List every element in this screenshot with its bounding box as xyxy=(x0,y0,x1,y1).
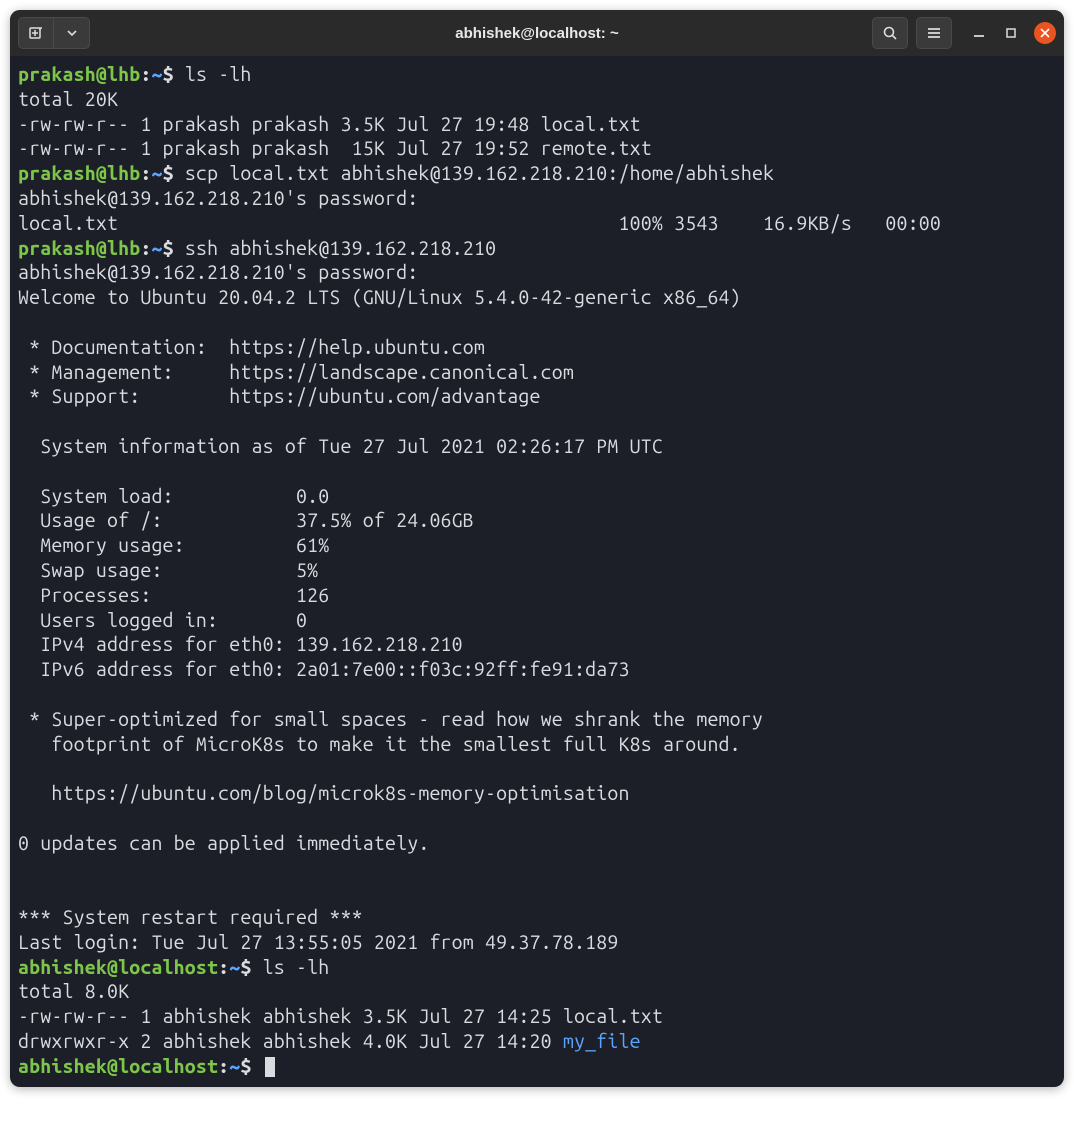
command-text: ls -lh xyxy=(263,956,330,978)
output-line: System information as of Tue 27 Jul 2021… xyxy=(18,435,663,457)
prompt-dollar: $ xyxy=(163,237,185,259)
close-button[interactable] xyxy=(1034,22,1056,44)
prompt-path: ~ xyxy=(151,162,162,184)
output-line: 0 updates can be applied immediately. xyxy=(18,832,429,854)
output-line: Processes: 126 xyxy=(18,584,329,606)
terminal-body[interactable]: prakash@lhb:~$ ls -lh total 20K -rw-rw-r… xyxy=(10,56,1064,1087)
minimize-icon xyxy=(973,27,985,39)
prompt-user: prakash@lhb xyxy=(18,237,140,259)
prompt-user: prakash@lhb xyxy=(18,162,140,184)
maximize-button[interactable] xyxy=(1002,24,1020,42)
prompt-path: ~ xyxy=(151,237,162,259)
output-line: -rw-rw-r-- 1 abhishek abhishek 3.5K Jul … xyxy=(18,1005,663,1027)
output-line: *** System restart required *** xyxy=(18,906,363,928)
output-line: local.txt 100% 3543 16.9KB/s 00:00 xyxy=(18,212,985,234)
output-line: abhishek@139.162.218.210's password: xyxy=(18,187,429,209)
prompt-dollar: $ xyxy=(163,63,185,85)
output-line: Users logged in: 0 xyxy=(18,609,307,631)
menu-button[interactable] xyxy=(916,17,952,49)
search-button[interactable] xyxy=(872,17,908,49)
output-line: abhishek@139.162.218.210's password: xyxy=(18,261,429,283)
prompt-colon: : xyxy=(140,162,151,184)
output-line: footprint of MicroK8s to make it the sma… xyxy=(18,733,741,755)
output-line: Welcome to Ubuntu 20.04.2 LTS (GNU/Linux… xyxy=(18,286,741,308)
output-line: -rw-rw-r-- 1 prakash prakash 3.5K Jul 27… xyxy=(18,113,641,135)
output-line: * Documentation: https://help.ubuntu.com xyxy=(18,336,485,358)
output-line: IPv4 address for eth0: 139.162.218.210 xyxy=(18,633,463,655)
prompt-dollar: $ xyxy=(240,1055,262,1077)
titlebar-left-controls xyxy=(18,17,90,49)
command-text: ssh abhishek@139.162.218.210 xyxy=(185,237,496,259)
command-text: scp local.txt abhishek@139.162.218.210:/… xyxy=(185,162,774,184)
minimize-button[interactable] xyxy=(970,24,988,42)
new-tab-icon xyxy=(28,25,44,41)
output-line: * Super-optimized for small spaces - rea… xyxy=(18,708,763,730)
output-line: IPv6 address for eth0: 2a01:7e00::f03c:9… xyxy=(18,658,630,680)
prompt-colon: : xyxy=(218,1055,229,1077)
prompt-path: ~ xyxy=(229,956,240,978)
output-line: Last login: Tue Jul 27 13:55:05 2021 fro… xyxy=(18,931,618,953)
prompt-user: abhishek@localhost xyxy=(18,956,218,978)
output-line: Usage of /: 37.5% of 24.06GB xyxy=(18,509,474,531)
prompt-colon: : xyxy=(218,956,229,978)
window-controls xyxy=(970,22,1056,44)
window-title: abhishek@localhost: ~ xyxy=(455,25,618,42)
prompt-colon: : xyxy=(140,63,151,85)
close-icon xyxy=(1040,28,1050,38)
output-line: Memory usage: 61% xyxy=(18,534,329,556)
terminal-window: abhishek@localhost: ~ xyxy=(10,10,1064,1087)
prompt-path: ~ xyxy=(151,63,162,85)
output-line: drwxrwxr-x 2 abhishek abhishek 4.0K Jul … xyxy=(18,1030,563,1052)
output-line: total 20K xyxy=(18,88,118,110)
directory-name: my_file xyxy=(563,1030,641,1052)
prompt-dollar: $ xyxy=(163,162,185,184)
tab-dropdown-button[interactable] xyxy=(54,17,90,49)
prompt-path: ~ xyxy=(229,1055,240,1077)
cursor xyxy=(265,1057,275,1077)
maximize-icon xyxy=(1005,27,1017,39)
prompt-colon: : xyxy=(140,237,151,259)
output-line: * Support: https://ubuntu.com/advantage xyxy=(18,385,541,407)
chevron-down-icon xyxy=(67,28,77,38)
prompt-user: abhishek@localhost xyxy=(18,1055,218,1077)
output-line: System load: 0.0 xyxy=(18,485,329,507)
prompt-user: prakash@lhb xyxy=(18,63,140,85)
titlebar-right-controls xyxy=(872,17,1056,49)
output-line: https://ubuntu.com/blog/microk8s-memory-… xyxy=(18,782,630,804)
titlebar: abhishek@localhost: ~ xyxy=(10,10,1064,56)
output-line: -rw-rw-r-- 1 prakash prakash 15K Jul 27 … xyxy=(18,137,652,159)
search-icon xyxy=(882,25,898,41)
output-line: Swap usage: 5% xyxy=(18,559,318,581)
prompt-dollar: $ xyxy=(240,956,262,978)
command-text: ls -lh xyxy=(185,63,252,85)
hamburger-icon xyxy=(926,25,942,41)
output-line: total 8.0K xyxy=(18,980,129,1002)
output-line: * Management: https://landscape.canonica… xyxy=(18,361,574,383)
new-tab-button[interactable] xyxy=(18,17,54,49)
